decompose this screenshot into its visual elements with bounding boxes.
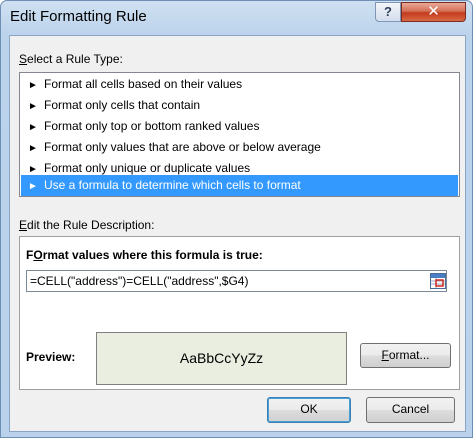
bullet-arrow-icon: ► (28, 181, 38, 192)
bullet-arrow-icon: ► (28, 122, 38, 133)
rule-type-item[interactable]: ► Format all cells based on their values (21, 74, 458, 95)
formula-text: =CELL("address")=CELL("address",$G4) (30, 274, 249, 288)
close-button[interactable]: ✕ (401, 2, 466, 22)
rule-type-label: Select a Rule Type: (19, 52, 123, 66)
bullet-arrow-icon: ► (28, 143, 38, 154)
cancel-button[interactable]: Cancel (366, 397, 455, 423)
dialog-body: Select a Rule Type: ► Format all cells ba… (9, 35, 466, 432)
rule-type-item[interactable]: ► Format only values that are above or be… (21, 137, 458, 158)
ok-button[interactable]: OK (267, 397, 351, 423)
rule-description-panel: FOrmat values where this formula is true… (19, 236, 460, 390)
preview-sample: AaBbCcYyZz (96, 332, 347, 385)
formula-heading: FOrmat values where this formula is true… (26, 248, 263, 262)
bullet-arrow-icon: ► (28, 101, 38, 112)
rule-type-item[interactable]: ► Format only cells that contain (21, 95, 458, 116)
edit-formatting-rule-dialog: Edit Formatting Rule ? ✕ Select a Rule T… (0, 0, 473, 438)
rule-type-item-selected[interactable]: ► Use a formula to determine which cells … (21, 175, 458, 196)
formula-input[interactable]: =CELL("address")=CELL("address",$G4) (26, 270, 447, 292)
title-bar[interactable]: Edit Formatting Rule ? ✕ (1, 1, 472, 35)
range-select-icon[interactable] (430, 273, 446, 289)
format-button[interactable]: Format... (360, 343, 451, 368)
rule-type-list[interactable]: ► Format all cells based on their values … (19, 72, 460, 197)
bullet-arrow-icon: ► (28, 80, 38, 91)
help-button[interactable]: ? (375, 2, 401, 22)
rule-description-label: Edit the Rule Description: (19, 218, 155, 232)
rule-type-item[interactable]: ► Format only top or bottom ranked values (21, 116, 458, 137)
preview-label: Preview: (26, 350, 76, 364)
dialog-title: Edit Formatting Rule (10, 8, 147, 25)
